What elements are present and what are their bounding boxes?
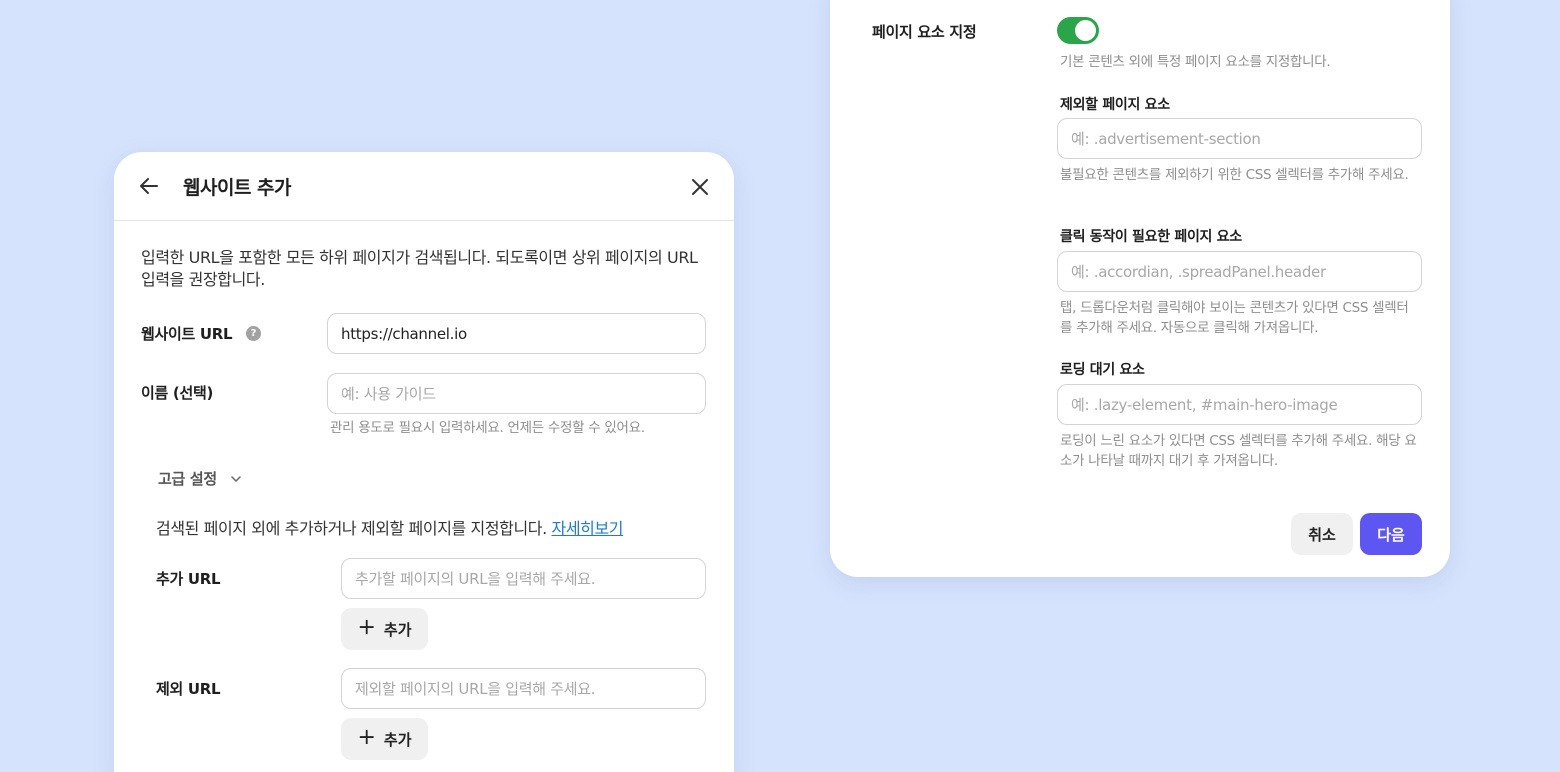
exclude-url-label: 제외 URL (156, 680, 221, 698)
click-element-title: 클릭 동작이 필요한 페이지 요소 (1060, 229, 1242, 245)
plus-icon: + (357, 615, 376, 640)
advanced-settings-toggle[interactable]: 고급 설정 (158, 468, 243, 489)
exclude-element-hint: 불필요한 콘텐츠를 제외하기 위한 CSS 셀렉터를 추가해 주세요. (1060, 167, 1409, 183)
loading-element-title: 로딩 대기 요소 (1060, 362, 1145, 378)
advanced-settings-label: 고급 설정 (158, 470, 217, 488)
dialog-title: 웹사이트 추가 (183, 177, 292, 199)
page-element-toggle-desc: 기본 콘텐츠 외에 특정 페이지 요소를 지정합니다. (1060, 54, 1331, 70)
website-url-label: 웹사이트 URL (141, 325, 233, 343)
add-url-label: 추가 URL (156, 570, 221, 588)
click-element-input[interactable]: 예: .accordian, .spreadPanel.header (1057, 251, 1422, 292)
plus-icon: + (357, 725, 376, 750)
add-exclude-url-button[interactable]: + 추가 (341, 718, 428, 760)
exclude-url-input[interactable]: 제외할 페이지의 URL을 입력해 주세요. (341, 668, 706, 709)
page-element-label: 페이지 요소 지정 (872, 23, 977, 41)
add-website-dialog: 웹사이트 추가 입력한 URL을 포함한 모든 하위 페이지가 검색됩니다. 되… (114, 152, 734, 772)
exclude-element-title: 제외할 페이지 요소 (1060, 97, 1170, 113)
toggle-knob (1075, 20, 1096, 41)
dialog-description: 입력한 URL을 포함한 모든 하위 페이지가 검색됩니다. 되도록이면 상위 … (141, 248, 698, 289)
help-icon[interactable]: ? (246, 326, 261, 341)
name-hint: 관리 용도로 필요시 입력하세요. 언제든 수정할 수 있어요. (330, 420, 645, 436)
name-label: 이름 (선택) (141, 384, 214, 402)
cancel-button[interactable]: 취소 (1291, 513, 1353, 555)
dialog-header: 웹사이트 추가 (114, 152, 734, 221)
add-url-button-label: 추가 (383, 620, 412, 639)
learn-more-link[interactable]: 자세히보기 (552, 519, 624, 538)
exclude-element-input[interactable]: 예: .advertisement-section (1057, 118, 1422, 159)
next-button[interactable]: 다음 (1360, 513, 1422, 555)
add-exclude-url-button-label: 추가 (383, 730, 412, 749)
website-url-input[interactable]: https://channel.io (327, 313, 706, 354)
click-element-hint: 탭, 드롭다운처럼 클릭해야 보이는 콘텐츠가 있다면 CSS 셀렉터를 추가해… (1060, 300, 1409, 336)
chevron-down-icon (231, 475, 241, 482)
advanced-description-text: 검색된 페이지 외에 추가하거나 제외할 페이지를 지정합니다. (156, 519, 552, 538)
close-icon[interactable] (687, 174, 713, 200)
advanced-description: 검색된 페이지 외에 추가하거나 제외할 페이지를 지정합니다. 자세히보기 (156, 515, 624, 539)
name-input[interactable]: 예: 사용 가이드 (327, 373, 706, 414)
page-element-settings-panel: 페이지 요소 지정 기본 콘텐츠 외에 특정 페이지 요소를 지정합니다. 제외… (830, 0, 1450, 577)
add-url-input[interactable]: 추가할 페이지의 URL을 입력해 주세요. (341, 558, 706, 599)
loading-element-input[interactable]: 예: .lazy-element, #main-hero-image (1057, 384, 1422, 425)
add-url-button[interactable]: + 추가 (341, 608, 428, 650)
back-arrow-icon[interactable] (136, 173, 162, 199)
page-element-toggle[interactable] (1057, 17, 1099, 44)
loading-element-hint: 로딩이 느린 요소가 있다면 CSS 셀렉터를 추가해 주세요. 해당 요소가 … (1060, 433, 1417, 469)
